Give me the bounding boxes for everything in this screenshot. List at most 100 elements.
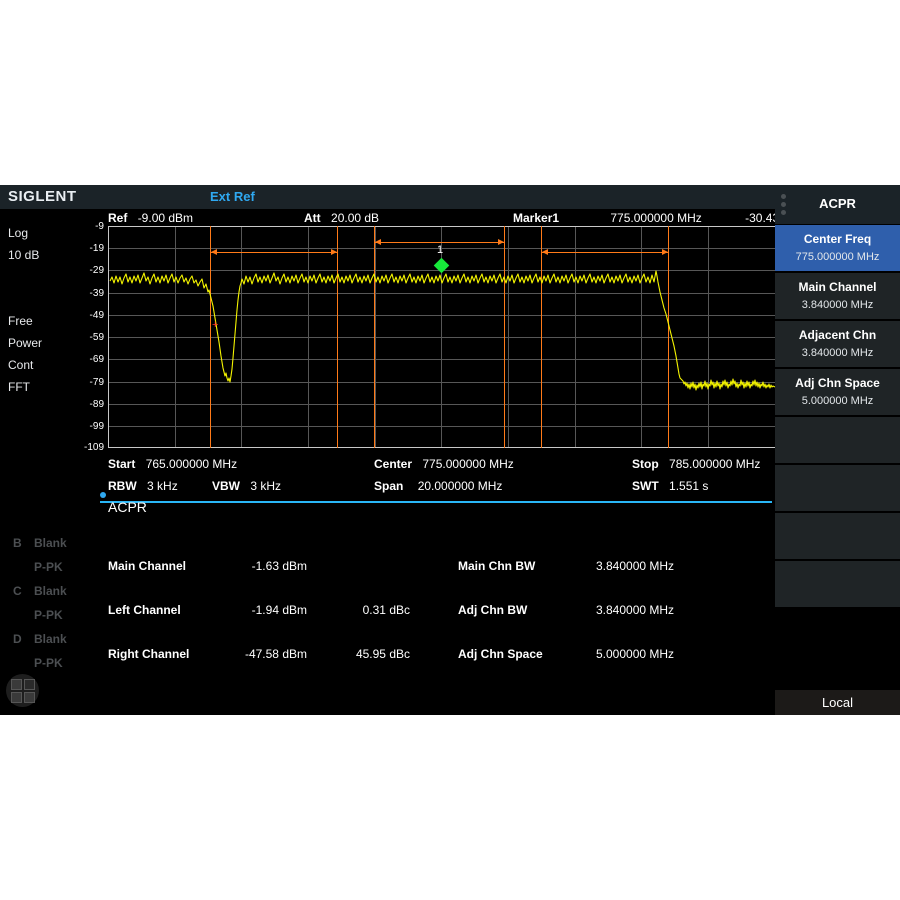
y-tick-label: -89: [66, 399, 104, 410]
span-value: 20.000000 MHz: [418, 479, 503, 493]
result-row-label2: Adj Chn BW: [458, 603, 527, 617]
trace-d-detector[interactable]: P-PK: [34, 656, 63, 670]
result-row-power: -1.63 dBm: [212, 559, 307, 573]
y-tick-label: -69: [66, 354, 104, 365]
marker-label: Marker1: [513, 211, 559, 225]
local-label: Local: [775, 695, 900, 710]
trace-b-letter: B: [13, 536, 22, 550]
trace-c-mode[interactable]: Blank: [34, 584, 67, 598]
softkey-value: 3.840000 MHz: [775, 347, 900, 359]
trace-c-detector[interactable]: P-PK: [34, 608, 63, 622]
result-row-label2: Adj Chn Space: [458, 647, 543, 661]
stop-freq-readout[interactable]: Stop 785.000000 MHz: [632, 457, 760, 472]
menu-title-bar: ACPR: [775, 185, 900, 224]
rbw-value: 3 kHz: [147, 479, 178, 493]
menu-title: ACPR: [775, 196, 900, 211]
spectrum-plot[interactable]: 1 + -9 -19 -29 -39 -49 -59 -69 -79 -89 -…: [108, 226, 775, 448]
siglent-logo: SIGLENT: [8, 188, 77, 205]
vbw-value: 3 kHz: [250, 479, 281, 493]
softkey-empty-6[interactable]: [775, 464, 900, 512]
y-tick-label: -59: [66, 332, 104, 343]
trace-c-letter: C: [13, 584, 22, 598]
center-value: 775.000000 MHz: [422, 457, 513, 471]
result-row-label: Main Channel: [108, 559, 186, 573]
softkey-empty-8[interactable]: [775, 560, 900, 608]
uncal-indicator-dot: [100, 492, 106, 498]
trigger-label: Free: [8, 314, 33, 328]
span-readout[interactable]: Span 20.000000 MHz: [374, 479, 502, 494]
y-tick-label: -19: [66, 243, 104, 254]
softkey-value: 5.000000 MHz: [775, 395, 900, 407]
swt-readout[interactable]: SWT 1.551 s: [632, 479, 708, 494]
rbw-readout[interactable]: RBW 3 kHz: [108, 479, 178, 494]
attenuation-readout: Att 20.00 dB: [304, 211, 379, 227]
marker-1-number: 1: [437, 244, 443, 256]
softkey-center-freq[interactable]: Center Freq 775.000000 MHz: [775, 224, 900, 272]
trace-b-detector[interactable]: P-PK: [34, 560, 63, 574]
apps-grid-icon[interactable]: [6, 674, 39, 707]
y-tick-label: -39: [66, 288, 104, 299]
trace-d-mode[interactable]: Blank: [34, 632, 67, 646]
vbw-label: VBW: [212, 479, 240, 493]
result-row-label: Right Channel: [108, 647, 189, 661]
vbw-readout[interactable]: VBW 3 kHz: [212, 479, 281, 494]
y-tick-label: -109: [66, 442, 104, 453]
results-title: ACPR: [108, 499, 147, 515]
result-row-value2: 3.840000 MHz: [596, 559, 726, 573]
y-tick-label: -9: [66, 221, 104, 232]
trace-a-detector[interactable]: Avg: [34, 512, 56, 526]
trace-a-mode[interactable]: C&W: [34, 488, 63, 502]
fft-mode-label: FFT: [8, 380, 30, 394]
y-tick-label: -79: [66, 377, 104, 388]
sweep-mode-label: Cont: [8, 358, 33, 372]
softkey-menu: ACPR Center Freq 775.000000 MHz Main Cha…: [775, 185, 900, 715]
start-freq-readout[interactable]: Start 765.000000 MHz: [108, 457, 237, 472]
trace-a-letter: A: [13, 488, 22, 502]
result-row-value2: 3.840000 MHz: [596, 603, 726, 617]
ref-value: -9.00 dBm: [138, 211, 193, 225]
marker-freq: 775.000000 MHz: [610, 211, 701, 225]
ref-level-readout: Ref -9.00 dBm: [108, 211, 193, 227]
ref-label: Ref: [108, 211, 127, 225]
scale-type-label: Log: [8, 226, 28, 240]
center-label: Center: [374, 457, 412, 471]
swt-label: SWT: [632, 479, 659, 493]
att-label: Att: [304, 211, 321, 225]
y-tick-label: -29: [66, 265, 104, 276]
stop-value: 785.000000 MHz: [669, 457, 760, 471]
softkey-label: Main Channel: [775, 280, 900, 294]
result-row-power: -47.58 dBm: [212, 647, 307, 661]
trace-b-mode[interactable]: Blank: [34, 536, 67, 550]
rbw-label: RBW: [108, 479, 137, 493]
softkey-value: 3.840000 MHz: [775, 299, 900, 311]
stop-label: Stop: [632, 457, 659, 471]
softkey-label: Adjacent Chn: [775, 328, 900, 342]
start-value: 765.000000 MHz: [146, 457, 237, 471]
softkey-empty-5[interactable]: [775, 416, 900, 464]
softkey-main-channel[interactable]: Main Channel 3.840000 MHz: [775, 272, 900, 320]
result-row-power: -1.94 dBm: [212, 603, 307, 617]
start-label: Start: [108, 457, 135, 471]
title-bar: SIGLENT Ext Ref: [0, 185, 775, 209]
softkey-label: Adj Chn Space: [775, 376, 900, 390]
scale-div-label: 10 dB: [8, 248, 39, 262]
detector-label: Power: [8, 336, 42, 350]
y-tick-label: -99: [66, 421, 104, 432]
att-value: 20.00 dB: [331, 211, 379, 225]
reference-cross-marker: +: [212, 320, 218, 331]
swt-value: 1.551 s: [669, 479, 708, 493]
softkey-empty-7[interactable]: [775, 512, 900, 560]
softkey-adj-chn-space[interactable]: Adj Chn Space 5.000000 MHz: [775, 368, 900, 416]
softkey-value: 775.000000 MHz: [775, 251, 900, 263]
trace-d-letter: D: [13, 632, 22, 646]
ext-ref-status: Ext Ref: [210, 189, 255, 204]
y-tick-label: -49: [66, 310, 104, 321]
softkey-label: Center Freq: [775, 232, 900, 246]
local-status-button[interactable]: Local: [775, 690, 900, 715]
center-freq-readout[interactable]: Center 775.000000 MHz: [374, 457, 514, 472]
span-label: Span: [374, 479, 403, 493]
result-row-ratio: 0.31 dBc: [330, 603, 410, 617]
result-row-ratio: 45.95 dBc: [330, 647, 410, 661]
section-divider: [100, 501, 772, 503]
softkey-adjacent-chn[interactable]: Adjacent Chn 3.840000 MHz: [775, 320, 900, 368]
